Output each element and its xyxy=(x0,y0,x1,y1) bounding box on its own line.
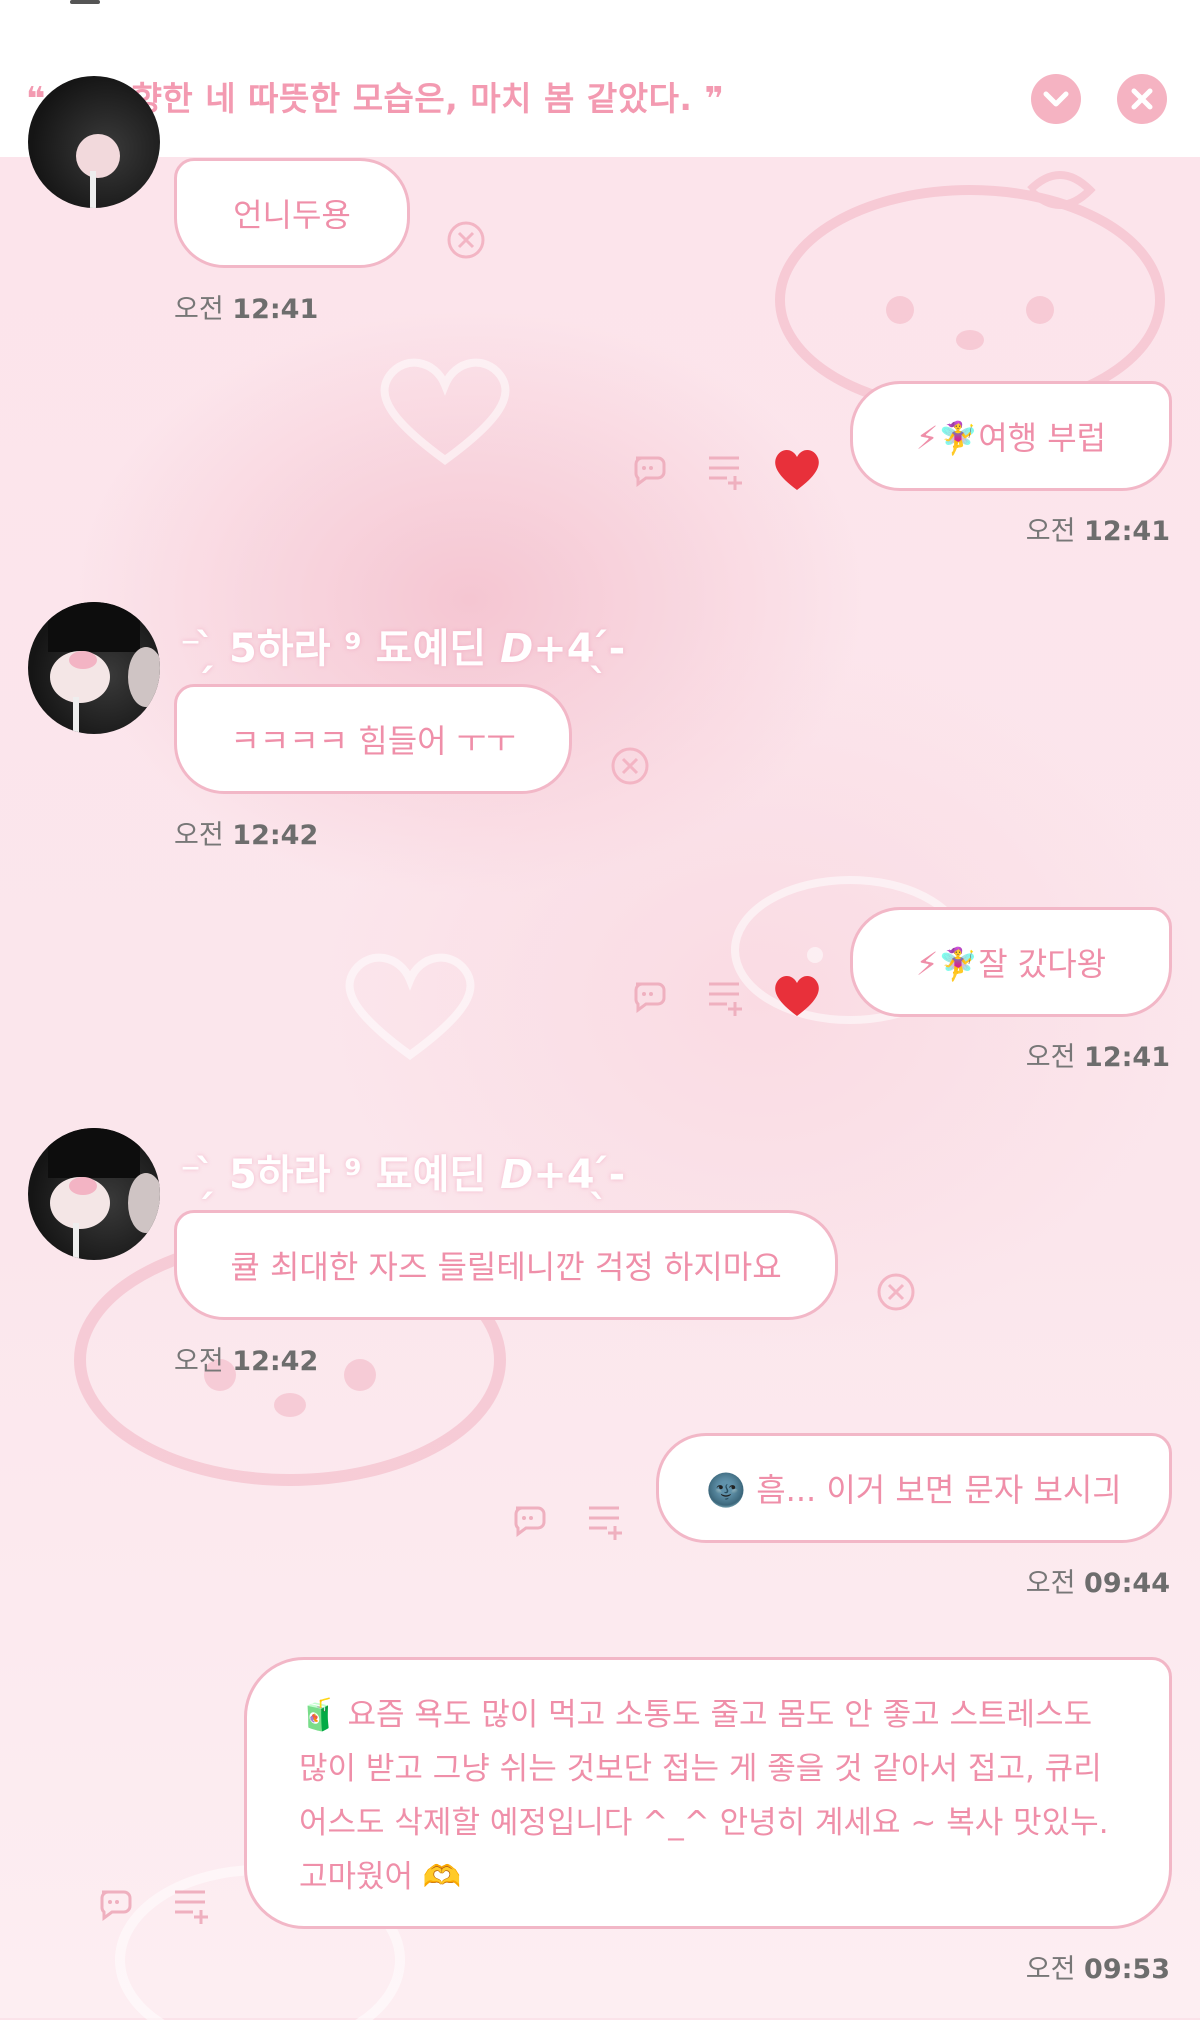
reply-bubble-icon[interactable] xyxy=(630,976,674,1016)
pinned-notice-bar[interactable]: ❝ 나를 향한 네 따뜻한 모습은, 마치 봄 같았다. ❞ xyxy=(0,0,1200,157)
kitty-face-icon xyxy=(775,171,1165,415)
message-bubble[interactable]: 🌚 흠... 이거 보면 문자 보시긔 xyxy=(656,1433,1172,1543)
message-line: 🧃 요즘 욕도 많이 먹고 소통도 줄고 몸도 안 좋고 스트레스도 xyxy=(299,1697,1093,1733)
heart-outline-icon xyxy=(380,358,510,465)
message-time: 오전 09:44 xyxy=(1025,1568,1170,1599)
delete-message-icon[interactable] xyxy=(446,220,486,260)
status-indicator xyxy=(70,0,100,4)
avatar[interactable] xyxy=(28,602,160,734)
avatar[interactable] xyxy=(28,1128,160,1260)
reply-bubble-icon[interactable] xyxy=(630,450,674,490)
profile-photo-icon xyxy=(76,134,120,208)
message-bubble[interactable]: 큘 최대한 자즈 들릴테니깐 걱정 하지마요 xyxy=(174,1210,838,1320)
heart-reaction-icon[interactable] xyxy=(772,972,822,1018)
message-time: 오전 09:53 xyxy=(1025,1954,1170,1985)
add-to-list-icon[interactable] xyxy=(585,1500,629,1542)
message-time: 오전 12:42 xyxy=(174,820,319,851)
message-bubble[interactable]: 🧃 요즘 욕도 많이 먹고 소통도 줄고 몸도 안 좋고 스트레스도 많이 받고… xyxy=(244,1657,1172,1929)
message-time: 오전 12:41 xyxy=(174,294,319,325)
delete-message-icon[interactable] xyxy=(876,1272,916,1312)
sender-name: ⁻ ̗̀ 5하라 ⁹ 됴예딘 𝘿+𝟰 ̖́- xyxy=(180,1152,626,1198)
message-bubble[interactable]: ⚡🧚‍♀️잘 갔다왕 xyxy=(850,907,1172,1017)
heart-reaction-icon[interactable] xyxy=(772,446,822,492)
avatar[interactable] xyxy=(28,76,160,208)
reply-bubble-icon[interactable] xyxy=(96,1884,140,1924)
message-bubble[interactable]: 언니두용 xyxy=(174,158,410,268)
chevron-down-icon xyxy=(1043,91,1069,107)
message-line: 고마웠어 🫶 xyxy=(299,1859,462,1895)
message-time: 오전 12:41 xyxy=(1025,1042,1170,1073)
message-bubble[interactable]: ⚡🧚‍♀️여행 부럽 xyxy=(850,381,1172,491)
close-notice-button[interactable] xyxy=(1117,74,1167,124)
add-to-list-icon[interactable] xyxy=(705,976,749,1018)
expand-notice-button[interactable] xyxy=(1031,74,1081,124)
add-to-list-icon[interactable] xyxy=(705,450,749,492)
add-to-list-icon[interactable] xyxy=(171,1884,215,1926)
heart-outline-icon xyxy=(345,953,475,1060)
message-line: 어스도 삭제할 예정입니다 ^_^ 안녕히 계세요 ~ 복사 맛있누. xyxy=(299,1805,1109,1841)
delete-message-icon[interactable] xyxy=(610,746,650,786)
message-line: 많이 받고 그냥 쉬는 것보단 접는 게 좋을 것 같아서 접고, 큐리 xyxy=(299,1751,1102,1787)
message-time: 오전 12:42 xyxy=(174,1346,319,1377)
message-bubble[interactable]: ㅋㅋㅋㅋ 힘들어 ㅜㅜ xyxy=(174,684,572,794)
profile-photo-icon xyxy=(48,602,160,734)
sender-name: ⁻ ̗̀ 5하라 ⁹ 됴예딘 𝘿+𝟰 ̖́- xyxy=(180,626,626,672)
close-icon xyxy=(1131,88,1153,110)
message-time: 오전 12:41 xyxy=(1025,516,1170,547)
reply-bubble-icon[interactable] xyxy=(510,1500,554,1540)
profile-photo-icon xyxy=(48,1128,160,1260)
